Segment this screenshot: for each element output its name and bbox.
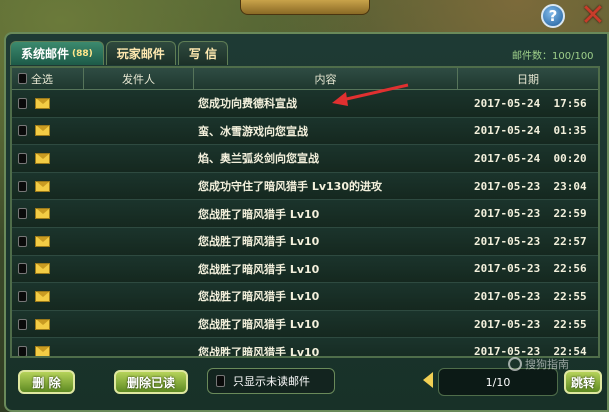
mail-row-date: 2017-05-23 23:04 [474,179,587,193]
unread-only-toggle[interactable]: 只显示未读邮件 [207,368,335,394]
mail-row-content: 您战胜了暗风猎手 Lv10 [198,290,320,304]
mail-row[interactable]: 您战胜了暗风猎手 Lv10 2017-05-23 22:57 [12,227,598,256]
mail-row-content: 您战胜了暗风猎手 Lv10 [198,207,320,221]
envelope-icon [35,290,50,302]
mail-row-checkbox[interactable] [18,346,27,356]
mail-row[interactable]: 蛮、冰雪游戏向您宣战 2017-05-24 01:35 [12,117,598,146]
envelope-icon [35,208,50,220]
tab-player-mail[interactable]: 玩家邮件 [105,41,176,65]
mail-row-content: 您战胜了暗风猎手 Lv10 [198,345,320,358]
mail-row-checkbox[interactable] [18,180,27,192]
tab-system-mail-label: 系统邮件 [21,47,70,61]
tab-system-mail[interactable]: 系统邮件 (88) [10,41,104,65]
mail-row-content: 您战胜了暗风猎手 Lv10 [198,318,320,332]
mail-table-header: 全选 发件人 内容 日期 [12,68,598,90]
select-all-label: 全选 [31,72,53,86]
mail-row-date: 2017-05-23 22:57 [474,234,587,248]
mail-row-checkbox[interactable] [18,152,27,164]
mail-table: 全选 发件人 内容 日期 您成功向费德科宣战 2017-05-24 17:56 … [10,66,600,358]
mail-row-checkbox[interactable] [18,208,27,220]
select-all-header[interactable]: 全选 [12,68,84,89]
mail-row[interactable]: 您战胜了暗风猎手 Lv10 2017-05-23 22:56 [12,255,598,284]
mail-row-checkbox[interactable] [18,97,27,109]
mail-row-date: 2017-05-24 01:35 [474,124,587,138]
mail-row[interactable]: 您成功向费德科宣战 2017-05-24 17:56 [12,90,598,118]
content-column-header: 内容 [194,68,458,89]
envelope-icon [35,97,50,109]
prev-page-arrow-icon[interactable] [423,372,433,388]
mail-count-label: 邮件数：100/100 [512,51,594,62]
envelope-icon [35,152,50,164]
mail-row-content: 您战胜了暗风猎手 Lv10 [198,235,320,249]
mail-row-date: 2017-05-24 00:20 [474,151,587,165]
unread-only-checkbox[interactable] [216,375,225,387]
sender-column-header: 发件人 [84,68,194,89]
mail-row[interactable]: 您战胜了暗风猎手 Lv10 2017-05-23 22:55 [12,283,598,311]
mail-tabs: 系统邮件 (88) 玩家邮件 写 信 [10,41,228,65]
page-indicator[interactable]: 1/10 [438,368,558,396]
close-button[interactable]: ✕ [577,1,609,31]
mail-row-checkbox[interactable] [18,318,27,330]
envelope-icon [35,180,50,192]
delete-read-button[interactable]: 删除已读 [114,370,188,394]
mail-row-checkbox[interactable] [18,290,27,302]
envelope-icon [35,235,50,247]
select-all-checkbox[interactable] [18,73,27,84]
envelope-icon [35,125,50,137]
tab-system-mail-count: (88) [72,48,93,59]
tab-write-letter-label: 写 信 [188,47,217,61]
envelope-icon [35,318,50,330]
mail-row-content: 焰、奥兰弧炎剑向您宣战 [198,152,319,166]
tab-write-letter[interactable]: 写 信 [177,41,228,65]
mail-row-content: 您战胜了暗风猎手 Lv10 [198,262,320,276]
mail-row-date: 2017-05-23 22:56 [474,262,587,276]
date-column-header: 日期 [517,72,539,86]
envelope-icon [35,263,50,275]
mail-row-date: 2017-05-24 17:56 [474,96,587,110]
envelope-icon [35,346,50,356]
jump-button[interactable]: 跳转 [564,370,602,394]
mail-row-date: 2017-05-23 22:59 [474,207,587,221]
mail-row[interactable]: 您战胜了暗风猎手 Lv10 2017-05-23 22:55 [12,310,598,339]
mail-row-date: 2017-05-23 22:55 [474,317,587,331]
mail-row-checkbox[interactable] [18,235,27,247]
mail-row-checkbox[interactable] [18,125,27,137]
mail-row[interactable]: 您战胜了暗风猎手 Lv10 2017-05-23 22:59 [12,200,598,228]
annotation-arrow-icon [332,83,409,106]
delete-button[interactable]: 删 除 [18,370,75,394]
mail-row-content: 蛮、冰雪游戏向您宣战 [198,124,308,138]
mail-row-checkbox[interactable] [18,263,27,275]
tab-player-mail-label: 玩家邮件 [116,47,165,61]
mail-row-date: 2017-05-23 22:55 [474,289,587,303]
watermark-logo-icon [508,357,522,371]
mail-row-content: 您成功守住了暗风猎手 Lv130的进攻 [198,180,382,194]
mail-row[interactable]: 您成功守住了暗风猎手 Lv130的进攻 2017-05-23 23:04 [12,172,598,201]
watermark-text: 搜狗指南 [525,358,569,371]
mail-row[interactable]: 焰、奥兰弧炎剑向您宣战 2017-05-24 00:20 [12,145,598,173]
window-title-plaque [240,0,370,15]
mail-row-content: 您成功向费德科宣战 [198,97,297,111]
unread-only-label: 只显示未读邮件 [233,375,310,388]
watermark: 搜狗指南 [508,356,569,372]
help-button[interactable]: ? [541,4,565,28]
